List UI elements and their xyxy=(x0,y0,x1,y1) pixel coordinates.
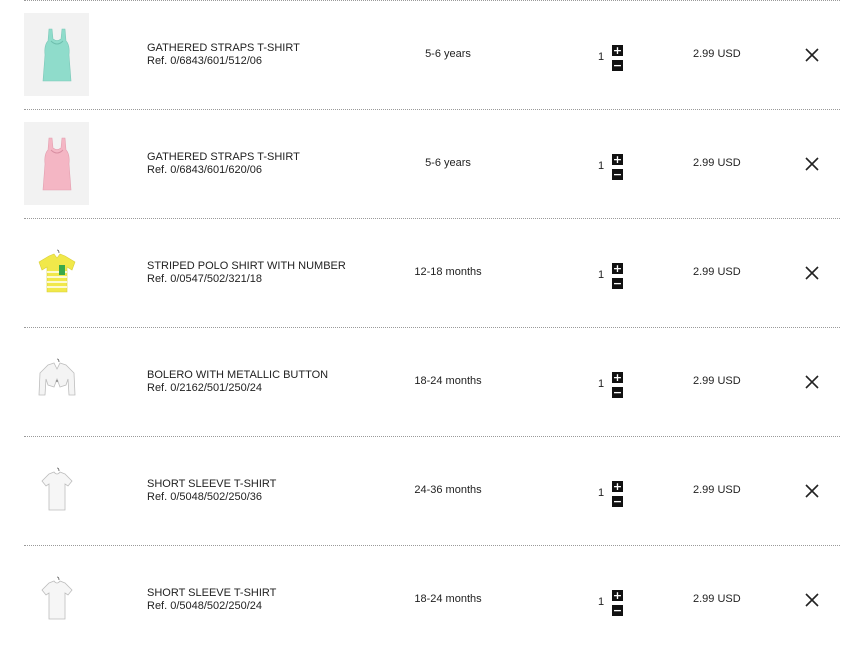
product-price: 2.99 USD xyxy=(693,157,741,169)
product-info: SHORT SLEEVE T-SHIRT Ref. 0/5048/502/250… xyxy=(147,478,276,504)
quantity-decrease-button[interactable]: − xyxy=(612,496,623,507)
cart-item-row: BOLERO WITH METALLIC BUTTON Ref. 0/2162/… xyxy=(0,327,860,436)
cart-item-row: SHORT SLEEVE T-SHIRT Ref. 0/5048/502/250… xyxy=(0,545,860,654)
quantity-increase-button[interactable]: + xyxy=(612,154,623,165)
close-icon[interactable] xyxy=(804,156,820,172)
quantity-decrease-button[interactable]: − xyxy=(612,278,623,289)
product-price: 2.99 USD xyxy=(693,375,741,387)
close-icon[interactable] xyxy=(804,483,820,499)
cart-item-row: GATHERED STRAPS T-SHIRT Ref. 0/6843/601/… xyxy=(0,109,860,218)
product-info: GATHERED STRAPS T-SHIRT Ref. 0/6843/601/… xyxy=(147,42,300,68)
quantity-value: 1 xyxy=(598,487,605,499)
product-name[interactable]: GATHERED STRAPS T-SHIRT xyxy=(147,151,300,164)
close-icon[interactable] xyxy=(804,265,820,281)
product-thumbnail[interactable] xyxy=(24,340,89,423)
product-size: 18-24 months xyxy=(414,375,482,387)
close-icon[interactable] xyxy=(804,592,820,608)
product-name[interactable]: GATHERED STRAPS T-SHIRT xyxy=(147,42,300,55)
product-ref: Ref. 0/0547/502/321/18 xyxy=(147,273,262,285)
product-thumbnail[interactable] xyxy=(24,13,89,96)
quantity-value: 1 xyxy=(598,378,605,390)
polo-shirt-image xyxy=(38,249,75,292)
product-thumbnail[interactable] xyxy=(24,449,89,532)
product-size: 5-6 years xyxy=(425,48,471,60)
quantity-decrease-button[interactable]: − xyxy=(612,60,623,71)
product-thumbnail[interactable] xyxy=(24,122,89,205)
quantity-decrease-button[interactable]: − xyxy=(612,169,623,180)
product-name[interactable]: SHORT SLEEVE T-SHIRT xyxy=(147,587,276,600)
cart-item-list: GATHERED STRAPS T-SHIRT Ref. 0/6843/601/… xyxy=(0,0,860,654)
product-size: 24-36 months xyxy=(414,484,482,496)
quantity-increase-button[interactable]: + xyxy=(612,45,623,56)
quantity-increase-button[interactable]: + xyxy=(612,263,623,274)
product-name[interactable]: STRIPED POLO SHIRT WITH NUMBER xyxy=(147,260,346,273)
product-ref: Ref. 0/2162/501/250/24 xyxy=(147,382,262,394)
quantity-value: 1 xyxy=(598,596,605,608)
quantity-increase-button[interactable]: + xyxy=(612,481,623,492)
product-size: 12-18 months xyxy=(414,266,482,278)
quantity-value: 1 xyxy=(598,51,605,63)
product-ref: Ref. 0/6843/601/620/06 xyxy=(147,164,262,176)
product-ref: Ref. 0/5048/502/250/36 xyxy=(147,491,262,503)
product-size: 18-24 months xyxy=(414,593,482,605)
close-icon[interactable] xyxy=(804,374,820,390)
product-price: 2.99 USD xyxy=(693,593,741,605)
cart-item-row: STRIPED POLO SHIRT WITH NUMBER Ref. 0/05… xyxy=(0,218,860,327)
quantity-increase-button[interactable]: + xyxy=(612,590,623,601)
tank-top-image xyxy=(42,137,71,190)
product-name[interactable]: BOLERO WITH METALLIC BUTTON xyxy=(147,369,328,382)
cart-item-row: GATHERED STRAPS T-SHIRT Ref. 0/6843/601/… xyxy=(0,0,860,109)
product-ref: Ref. 0/5048/502/250/24 xyxy=(147,600,262,612)
product-info: BOLERO WITH METALLIC BUTTON Ref. 0/2162/… xyxy=(147,369,328,395)
product-price: 2.99 USD xyxy=(693,266,741,278)
product-size: 5-6 years xyxy=(425,157,471,169)
quantity-decrease-button[interactable]: − xyxy=(612,605,623,616)
product-ref: Ref. 0/6843/601/512/06 xyxy=(147,55,262,67)
quantity-increase-button[interactable]: + xyxy=(612,372,623,383)
product-info: STRIPED POLO SHIRT WITH NUMBER Ref. 0/05… xyxy=(147,260,346,286)
quantity-decrease-button[interactable]: − xyxy=(612,387,623,398)
product-price: 2.99 USD xyxy=(693,48,741,60)
close-icon[interactable] xyxy=(804,47,820,63)
bolero-image xyxy=(38,358,75,395)
product-info: SHORT SLEEVE T-SHIRT Ref. 0/5048/502/250… xyxy=(147,587,276,613)
tshirt-image xyxy=(40,576,73,619)
tshirt-image xyxy=(40,467,73,510)
tank-top-image xyxy=(42,28,71,81)
cart-item-row: SHORT SLEEVE T-SHIRT Ref. 0/5048/502/250… xyxy=(0,436,860,545)
quantity-value: 1 xyxy=(598,160,605,172)
product-price: 2.99 USD xyxy=(693,484,741,496)
product-name[interactable]: SHORT SLEEVE T-SHIRT xyxy=(147,478,276,491)
product-thumbnail[interactable] xyxy=(24,558,89,641)
product-thumbnail[interactable] xyxy=(24,231,89,314)
product-info: GATHERED STRAPS T-SHIRT Ref. 0/6843/601/… xyxy=(147,151,300,177)
quantity-value: 1 xyxy=(598,269,605,281)
